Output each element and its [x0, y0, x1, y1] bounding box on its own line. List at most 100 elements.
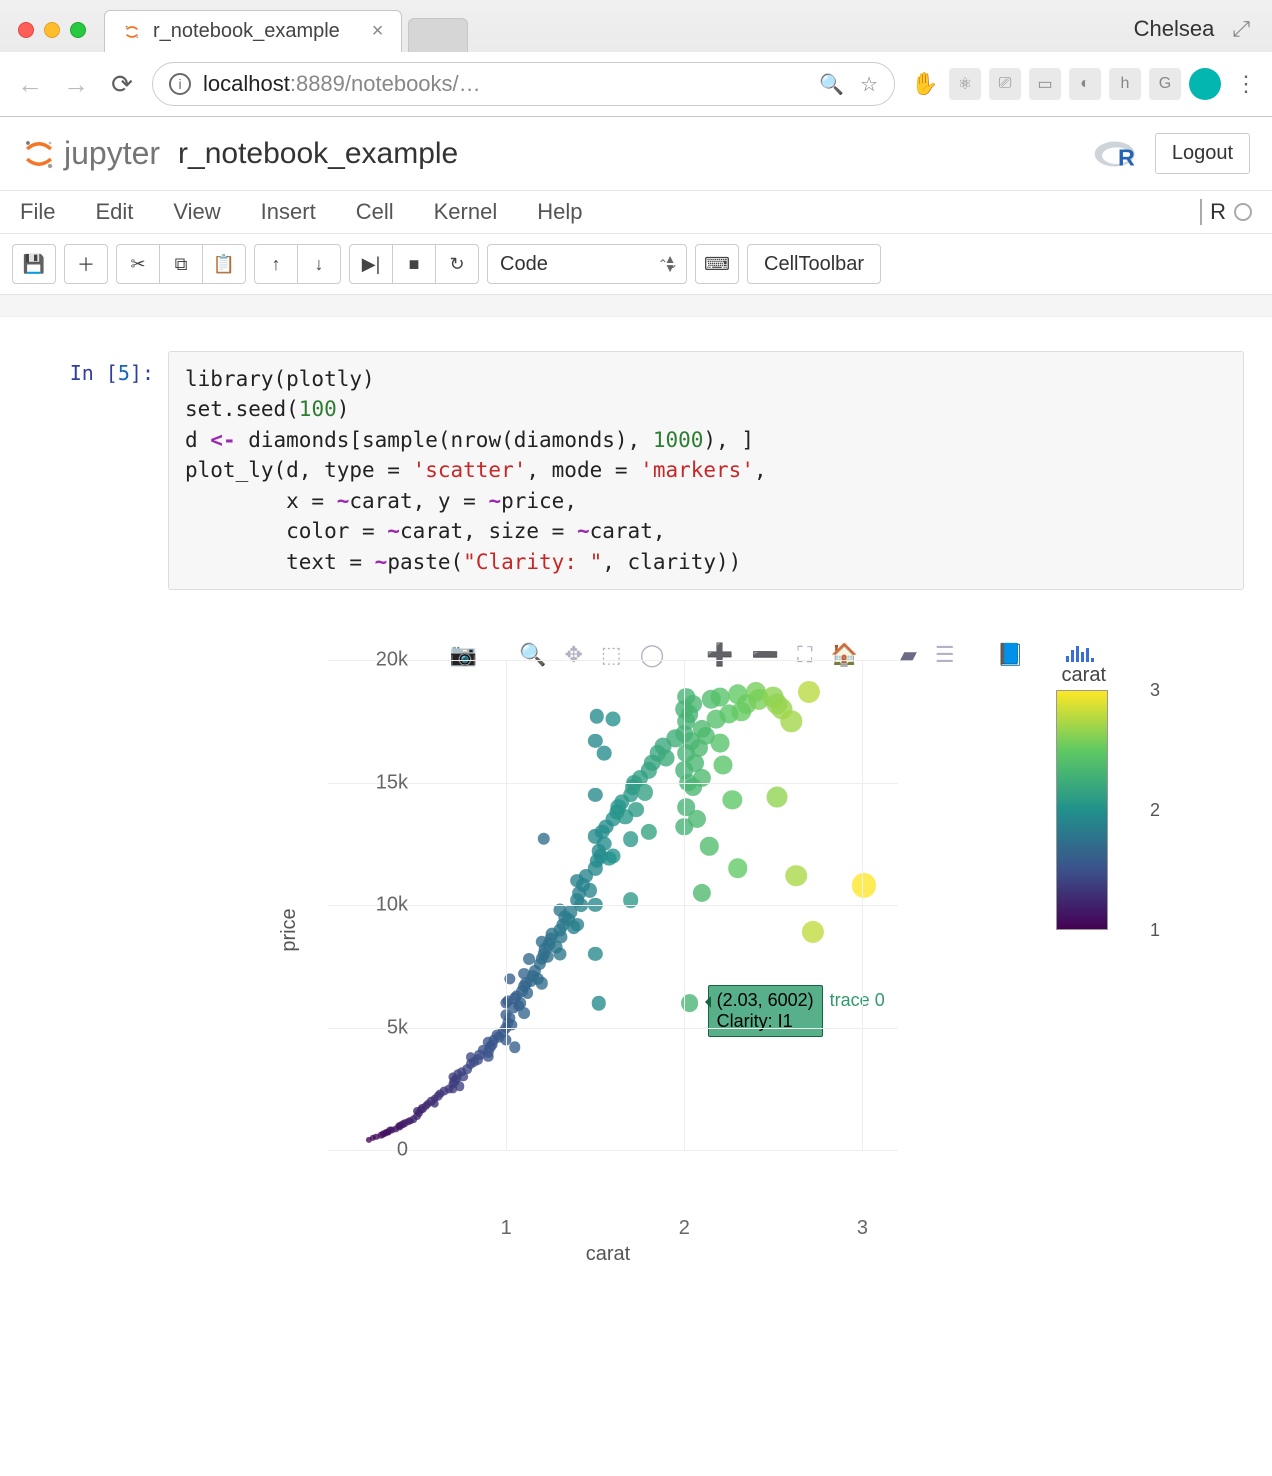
site-info-icon[interactable]: i: [169, 73, 191, 95]
url-port: :8889: [290, 71, 345, 97]
menu-kernel[interactable]: Kernel: [434, 199, 498, 225]
data-point[interactable]: [597, 746, 612, 761]
data-point[interactable]: [780, 711, 801, 732]
zoom-icon[interactable]: 🔍: [819, 72, 844, 97]
tab-close-button[interactable]: ×: [372, 20, 384, 43]
data-point[interactable]: [509, 1041, 520, 1052]
data-point[interactable]: [506, 1019, 517, 1030]
colorbar-tick: 2: [1150, 800, 1160, 821]
menu-edit[interactable]: Edit: [95, 199, 133, 225]
data-point[interactable]: [723, 790, 742, 809]
jupyter-header: jupyter r_notebook_example R Logout: [0, 117, 1272, 191]
menu-view[interactable]: View: [173, 199, 220, 225]
notebook-name[interactable]: r_notebook_example: [178, 137, 458, 171]
logout-button[interactable]: Logout: [1155, 133, 1250, 174]
data-point[interactable]: [693, 769, 711, 787]
data-point[interactable]: [606, 711, 621, 726]
data-point[interactable]: [522, 987, 534, 999]
data-point[interactable]: [710, 734, 729, 753]
reload-button[interactable]: ⟳: [106, 69, 138, 100]
browser-menu-button[interactable]: ⋮: [1235, 71, 1258, 97]
profile-name[interactable]: Chelsea: [1134, 16, 1215, 42]
address-bar[interactable]: i localhost:8889/notebooks/… 🔍 ☆: [152, 62, 895, 106]
ext-icon[interactable]: ⚛: [949, 68, 981, 100]
command-palette-button[interactable]: ⌨: [695, 244, 739, 284]
data-point[interactable]: [588, 788, 602, 802]
data-point[interactable]: [801, 921, 823, 943]
data-point[interactable]: [700, 837, 718, 855]
data-point[interactable]: [710, 687, 729, 706]
data-point[interactable]: [688, 810, 706, 828]
copy-button[interactable]: ⧉: [159, 244, 203, 284]
data-point[interactable]: [628, 802, 644, 818]
maximize-window-button[interactable]: [70, 22, 86, 38]
data-point[interactable]: [583, 883, 597, 897]
data-point[interactable]: [852, 873, 876, 897]
adblock-icon[interactable]: ✋: [909, 68, 941, 100]
data-point[interactable]: [798, 681, 820, 703]
new-tab-button[interactable]: [408, 18, 468, 52]
paste-button[interactable]: 📋: [202, 244, 246, 284]
data-point[interactable]: [483, 1052, 494, 1063]
svg-text:R: R: [1118, 144, 1135, 170]
menu-insert[interactable]: Insert: [261, 199, 316, 225]
data-point[interactable]: [571, 918, 585, 932]
forward-button[interactable]: →: [60, 69, 92, 100]
back-button[interactable]: ←: [14, 69, 46, 100]
code-editor[interactable]: library(plotly) set.seed(100) d <- diamo…: [168, 351, 1244, 590]
menu-file[interactable]: File: [20, 199, 55, 225]
chart[interactable]: price (2.03, 6002)Clarity: I1trace 0 car…: [228, 650, 988, 1210]
tab-title: r_notebook_example: [153, 20, 340, 43]
cast-icon[interactable]: ⎚: [989, 68, 1021, 100]
stop-button[interactable]: ■: [392, 244, 436, 284]
data-point[interactable]: [693, 884, 711, 902]
data-point[interactable]: [640, 823, 656, 839]
expand-icon[interactable]: ⤢: [1232, 16, 1250, 42]
data-point[interactable]: [623, 831, 639, 847]
x-tick: 2: [679, 1217, 690, 1240]
colorbar-title: carat: [1062, 664, 1106, 687]
minimize-window-button[interactable]: [44, 22, 60, 38]
data-point[interactable]: [455, 1082, 464, 1091]
save-button[interactable]: 💾: [12, 244, 56, 284]
data-point[interactable]: [555, 930, 568, 943]
data-point[interactable]: [637, 784, 653, 800]
move-down-button[interactable]: ↓: [297, 244, 341, 284]
data-point[interactable]: [536, 977, 548, 989]
data-point[interactable]: [714, 756, 733, 775]
data-point[interactable]: [658, 750, 675, 767]
data-point[interactable]: [684, 695, 702, 713]
docs-icon[interactable]: 📘: [993, 640, 1028, 670]
ext-icon-h[interactable]: h: [1109, 68, 1141, 100]
close-window-button[interactable]: [18, 22, 34, 38]
menu-cell[interactable]: Cell: [356, 199, 394, 225]
profile-avatar-icon[interactable]: [1189, 68, 1221, 100]
data-point[interactable]: [786, 865, 808, 887]
data-point[interactable]: [588, 947, 602, 961]
ext-icon-2[interactable]: ▭: [1029, 68, 1061, 100]
data-point[interactable]: [728, 859, 748, 879]
cell-toolbar-button[interactable]: CellToolbar: [747, 244, 881, 284]
plot-output: 📷 🔍 ✥ ⬚ ◯ ➕ ➖ ⛶ 🏠 ▰ ☰ 📘 price (2.03, 600…: [228, 650, 1128, 1210]
bookmark-icon[interactable]: ☆: [860, 72, 878, 97]
cell-type-select[interactable]: Code ▲▼: [487, 244, 687, 284]
data-point[interactable]: [590, 709, 604, 723]
data-point[interactable]: [553, 948, 566, 961]
run-button[interactable]: ▶|: [349, 244, 393, 284]
menu-help[interactable]: Help: [537, 199, 582, 225]
data-point[interactable]: [766, 787, 787, 808]
data-point[interactable]: [537, 833, 549, 845]
data-point[interactable]: [431, 1099, 440, 1108]
ext-icon-g[interactable]: G: [1149, 68, 1181, 100]
data-point[interactable]: [592, 996, 606, 1010]
restart-button[interactable]: ↻: [435, 244, 479, 284]
data-point[interactable]: [518, 1007, 530, 1019]
cut-button[interactable]: ✂: [116, 244, 160, 284]
move-up-button[interactable]: ↑: [254, 244, 298, 284]
add-cell-button[interactable]: ＋: [64, 244, 108, 284]
browser-tab[interactable]: r_notebook_example ×: [104, 10, 402, 52]
jupyter-logo[interactable]: jupyter: [22, 135, 160, 172]
ext-icon-3[interactable]: ◐: [1069, 68, 1101, 100]
data-point[interactable]: [606, 849, 621, 864]
code-cell[interactable]: In [5]: library(plotly) set.seed(100) d …: [28, 351, 1244, 590]
